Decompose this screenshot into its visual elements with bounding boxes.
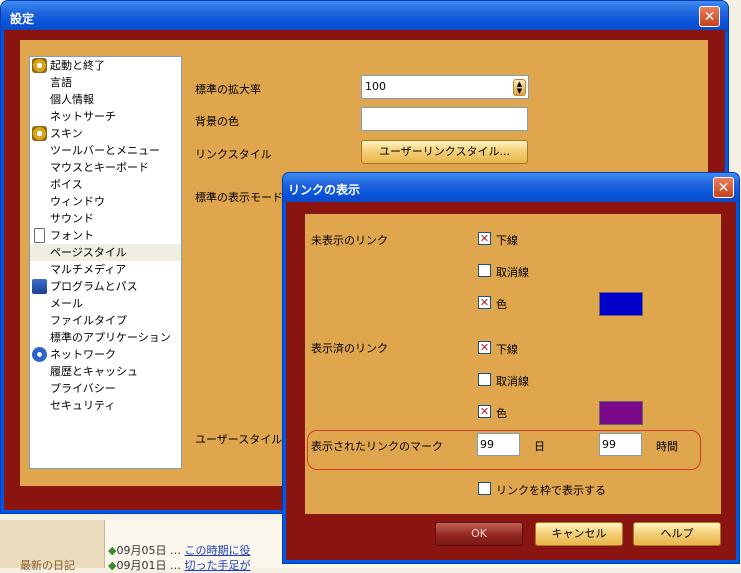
unvisited-underline-checkbox[interactable]: ✕ [478, 232, 491, 245]
settings-titlebar[interactable]: 設定 ✕ [1, 1, 728, 31]
tree-item-label: ページスタイル [50, 246, 127, 259]
background-list-item[interactable]: ◆09月01日 … 切った手足が [108, 557, 250, 573]
tree-item-label: ウィンドウ [50, 195, 105, 208]
zoom-label: 標準の拡大率 [195, 83, 261, 96]
tree-item-label: マルチメディア [50, 263, 127, 276]
tree-item[interactable]: 言語 [30, 74, 181, 91]
tree-item[interactable]: ウィンドウ [30, 193, 181, 210]
ok-button[interactable]: OK [435, 522, 523, 546]
category-tree[interactable]: 起動と終了言語個人情報ネットサーチ スキンツールバーとメニュー マウスとキーボードボ… [29, 56, 182, 469]
tree-item-label: フォント [50, 229, 94, 242]
visited-underline-checkbox[interactable]: ✕ [478, 341, 491, 354]
days-unit-label: 日 [534, 440, 545, 453]
tree-item-label: ネットサーチ [50, 110, 116, 123]
unvisited-links-label: 未表示のリンク [311, 234, 388, 247]
tree-item-label: ファイルタイプ [50, 314, 127, 327]
frame-links-label: リンクを枠で表示する [496, 484, 606, 497]
tree-item[interactable]: セキュリティ [30, 397, 181, 414]
tree-item-label: ツールバーとメニュー [50, 144, 160, 157]
tree-item[interactable]: マルチメディア [30, 261, 181, 278]
background-color-field[interactable] [361, 107, 528, 131]
tree-item[interactable]: フォント [30, 227, 181, 244]
tree-item-label: プライバシー [50, 382, 116, 395]
close-icon: ✕ [717, 179, 730, 196]
tree-item-label: メール [50, 297, 83, 310]
tree-item[interactable]: メール [30, 295, 181, 312]
tree-item-label: プログラムとパス [50, 280, 138, 293]
visited-color-swatch[interactable] [599, 401, 643, 425]
tree-item-label: サウンド [50, 212, 94, 225]
hours-unit-label: 時間 [656, 440, 678, 453]
tree-item[interactable]: 起動と終了 [30, 57, 181, 74]
disk-icon [32, 279, 47, 294]
visited-strikethrough-checkbox[interactable] [478, 373, 491, 386]
days-input[interactable]: 99 [477, 433, 520, 456]
gear-icon [32, 126, 47, 141]
visited-links-label: 表示済のリンク [311, 342, 388, 355]
tree-item[interactable]: サウンド [30, 210, 181, 227]
background-color-label: 背景の色 [195, 115, 239, 128]
zoom-select[interactable]: 100 ▲ ▼ [361, 75, 529, 99]
unvisited-color-swatch[interactable] [599, 292, 643, 316]
tree-item-label: 履歴とキャッシュ [50, 365, 138, 378]
tree-item[interactable]: 履歴とキャッシュ [30, 363, 181, 380]
unvisited-strikethrough-label: 取消線 [496, 266, 529, 279]
tree-item[interactable]: ネットワーク [30, 346, 181, 363]
tree-item[interactable]: プログラムとパス [30, 278, 181, 295]
tree-item-label: マウスとキーボード [50, 161, 149, 174]
tree-item[interactable]: ネットサーチ [30, 108, 181, 125]
tree-item-label: 起動と終了 [50, 59, 105, 72]
tree-item-label: ネットワーク [50, 348, 116, 361]
gear-icon [32, 58, 47, 73]
tree-item[interactable]: ツールバーとメニュー [30, 142, 181, 159]
visited-underline-label: 下線 [496, 343, 518, 356]
link-display-dialog: リンクの表示 ✕ [282, 172, 740, 564]
link-dialog-close-button[interactable]: ✕ [713, 177, 734, 198]
tree-item-label: スキン [50, 127, 83, 140]
hours-input[interactable]: 99 [599, 433, 642, 456]
tree-item[interactable]: スキン [30, 125, 181, 142]
help-button[interactable]: ヘルプ [633, 522, 721, 546]
tree-item[interactable]: ページスタイル [30, 244, 181, 261]
page-icon [34, 228, 45, 243]
tree-item[interactable]: 標準のアプリケーション [30, 329, 181, 346]
spinner-icon[interactable]: ▲ ▼ [513, 79, 526, 96]
tree-item[interactable]: ファイルタイプ [30, 312, 181, 329]
unvisited-color-label: 色 [496, 298, 507, 311]
visited-color-label: 色 [496, 407, 507, 420]
tree-item-label: セキュリティ [50, 399, 116, 412]
visited-color-checkbox[interactable]: ✕ [478, 405, 491, 418]
visited-strikethrough-label: 取消線 [496, 375, 529, 388]
unvisited-strikethrough-checkbox[interactable] [478, 264, 491, 277]
unvisited-color-checkbox[interactable]: ✕ [478, 296, 491, 309]
cancel-button[interactable]: キャンセル [535, 522, 623, 546]
tree-item[interactable]: ボイス [30, 176, 181, 193]
link-dialog-titlebar[interactable]: リンクの表示 ✕ [283, 173, 739, 202]
unvisited-underline-label: 下線 [496, 234, 518, 247]
visited-mark-label: 表示されたリンクのマーク [311, 440, 443, 453]
tree-item[interactable]: プライバシー [30, 380, 181, 397]
tree-item-label: 言語 [50, 76, 72, 89]
background-list-item[interactable]: ◆09月05日 … この時期に役 [108, 542, 250, 558]
frame-links-checkbox[interactable] [478, 482, 491, 495]
user-link-style-button[interactable]: ユーザーリンクスタイル... [361, 140, 528, 164]
user-stylesheet-label: ユーザースタイルシ [195, 433, 294, 446]
tree-item[interactable]: 個人情報 [30, 91, 181, 108]
tree-item[interactable]: マウスとキーボード [30, 159, 181, 176]
tree-item-label: 個人情報 [50, 93, 94, 106]
settings-close-button[interactable]: ✕ [699, 6, 720, 27]
display-mode-label: 標準の表示モード [195, 191, 283, 204]
close-icon: ✕ [703, 8, 716, 25]
link-dialog-title: リンクの表示 [288, 183, 361, 197]
tree-item-label: ボイス [50, 178, 83, 191]
settings-title: 設定 [10, 12, 35, 26]
tree-item-label: 標準のアプリケーション [50, 331, 171, 344]
network-icon [32, 347, 47, 362]
background-sidebar-label: 最新の日記 [20, 559, 75, 572]
link-style-label: リンクスタイル [195, 148, 272, 161]
